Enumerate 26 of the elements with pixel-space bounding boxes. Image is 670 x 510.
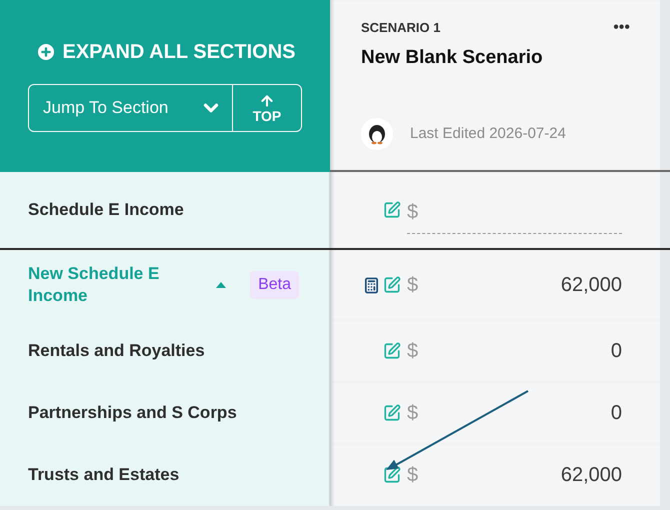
row-label: Schedule E Income [28, 199, 184, 222]
edit-icon[interactable] [383, 466, 401, 484]
currency-symbol: $ [407, 401, 418, 426]
row-label: Rentals and Royalties [28, 340, 205, 362]
currency-symbol: $ [407, 200, 418, 225]
scenario-label: SCENARIO 1 [361, 19, 440, 37]
amount-value: 62,000 [560, 463, 622, 488]
amount-value: 0 [610, 401, 622, 426]
calculator-icon[interactable] [362, 276, 380, 294]
caret-icon[interactable] [215, 281, 227, 289]
top-button[interactable]: TOP [233, 85, 301, 131]
more-options-button[interactable]: ••• [613, 20, 630, 36]
jump-to-section-dropdown[interactable]: Jump To Section [29, 85, 233, 131]
last-edited-text: Last Edited 2026-07-24 [410, 124, 566, 144]
penguin-avatar-icon [361, 118, 393, 150]
row-label: Partnerships and S Corps [28, 402, 237, 424]
row-label: Trusts and Estates [28, 464, 180, 486]
amount-value: 62,000 [560, 273, 622, 298]
currency-symbol: $ [407, 463, 418, 488]
amount-value: 0 [610, 339, 622, 364]
beta-tag: Beta [250, 271, 299, 299]
section-title[interactable]: New Schedule E Income [28, 263, 198, 307]
currency-symbol: $ [407, 273, 418, 298]
scenario-title: New Blank Scenario [361, 46, 544, 70]
expand-all-button[interactable]: EXPAND ALL SECTIONS [34, 37, 296, 67]
currency-symbol: $ [407, 339, 418, 364]
